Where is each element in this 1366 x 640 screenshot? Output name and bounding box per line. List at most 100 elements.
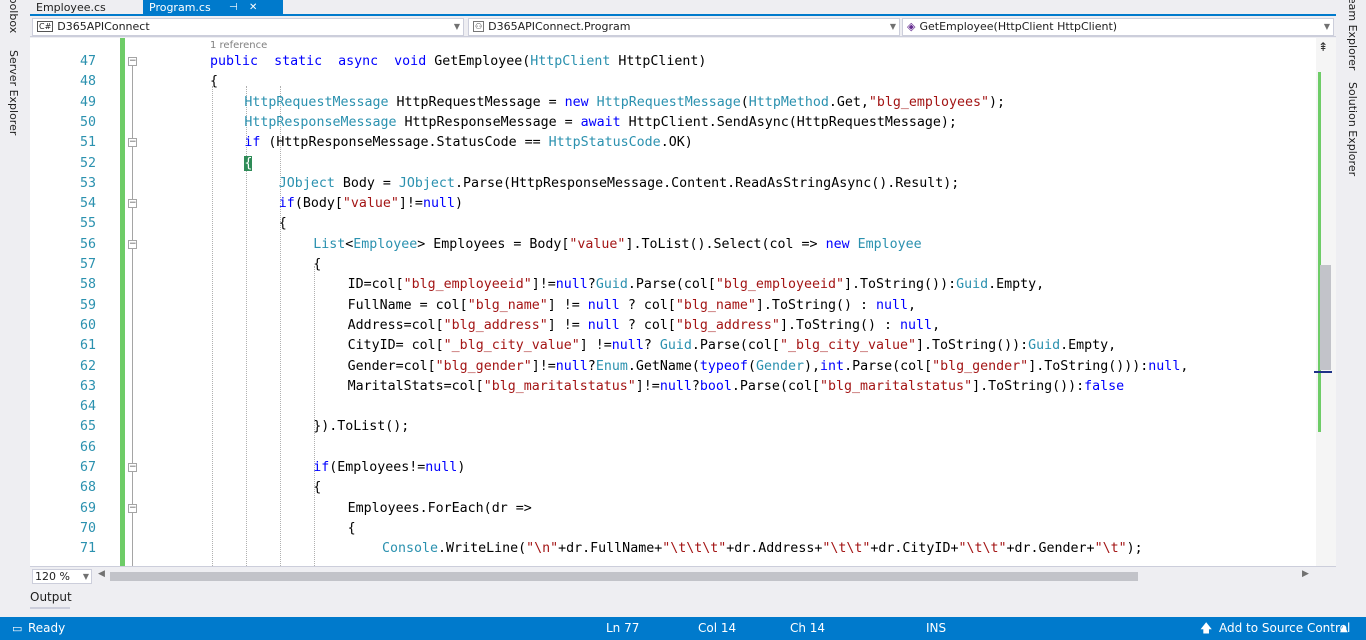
- code-text: {: [210, 72, 218, 92]
- code-line[interactable]: 67 − if(Employees!=null): [30, 458, 1316, 478]
- code-token: ]!=: [531, 358, 556, 374]
- scroll-right-icon[interactable]: ▶: [1302, 569, 1309, 579]
- code-text: Gender=col["blg_gender"]!=null?Enum.GetN…: [348, 357, 1189, 377]
- code-token: {: [278, 216, 287, 232]
- toolbox-tab[interactable]: Toolbox: [7, 0, 20, 33]
- line-number: 55: [79, 216, 96, 232]
- line-number: 54: [79, 196, 96, 212]
- code-editor[interactable]: 1 reference 47 − public static async void …: [30, 38, 1316, 566]
- code-token: null: [422, 196, 455, 212]
- vertical-scroll-thumb[interactable]: [1320, 265, 1331, 370]
- code-token: HttpClient: [530, 54, 611, 69]
- code-line[interactable]: 52 {: [30, 154, 1316, 174]
- code-line[interactable]: 50 HttpResponseMessage HttpResponseMessag…: [30, 113, 1316, 133]
- code-line[interactable]: 70 {: [30, 519, 1316, 539]
- tab-program-cs[interactable]: Program.cs ⊣ ✕: [143, 0, 283, 15]
- collapse-icon[interactable]: −: [128, 138, 137, 148]
- code-token: (: [740, 94, 749, 110]
- pin-icon[interactable]: ⊣: [229, 0, 238, 15]
- code-line[interactable]: 53 JObject Body = JObject.Parse(HttpRespo…: [30, 174, 1316, 194]
- close-icon[interactable]: ✕: [249, 0, 257, 15]
- split-icon[interactable]: ⇞: [1318, 40, 1328, 54]
- code-token: Employees.ForEach(dr =>: [347, 500, 532, 516]
- code-line[interactable]: 65}).ToList();: [30, 417, 1316, 437]
- code-text: {: [313, 255, 321, 275]
- member-dropdown[interactable]: ◈ GetEmployee(HttpClient HttpClient) ▼: [902, 18, 1334, 36]
- code-text: Employees.ForEach(dr =>: [348, 499, 532, 519]
- horizontal-scroll-thumb[interactable]: [110, 572, 1138, 581]
- code-token: {: [313, 257, 322, 272]
- code-line[interactable]: 47 − public static async void GetEmployee(…: [30, 52, 1316, 72]
- code-token: "\t\t": [958, 541, 1007, 557]
- tab-employee-cs[interactable]: Employee.cs: [30, 0, 140, 15]
- tab-label: Employee.cs: [36, 1, 106, 14]
- code-token: Enum: [595, 358, 628, 374]
- code-line[interactable]: 51 − if (HttpResponseMessage.StatusCode ==…: [30, 133, 1316, 153]
- code-token: +dr.FullName+: [558, 541, 663, 557]
- zoom-level: 120 %: [35, 570, 70, 583]
- server-explorer-tab[interactable]: Server Explorer: [7, 50, 20, 135]
- chevron-down-icon: ▼: [1323, 22, 1330, 31]
- line-number: 66: [79, 439, 96, 455]
- code-token: null: [587, 297, 620, 313]
- code-token: .OK): [660, 135, 693, 151]
- status-char[interactable]: Ch 14: [790, 617, 825, 640]
- code-line[interactable]: 48 {: [30, 72, 1316, 92]
- solution-explorer-tab[interactable]: Solution Explorer: [1346, 82, 1359, 176]
- code-token: static: [274, 54, 323, 69]
- code-line[interactable]: 55 {: [30, 214, 1316, 234]
- code-token: if: [313, 460, 330, 475]
- code-token: (Employees!=: [329, 460, 426, 475]
- csharp-project-icon: C#: [37, 21, 54, 32]
- code-line[interactable]: 60 Address=col["blg_address"] != null ? c…: [30, 316, 1316, 336]
- codelens-references[interactable]: 1 reference: [210, 40, 267, 51]
- project-dropdown[interactable]: C# D365APIConnect ▼: [32, 18, 464, 36]
- code-line[interactable]: 58 ID=col["blg_employeeid"]!=null?Guid.Pa…: [30, 275, 1316, 295]
- code-token: null: [425, 460, 458, 475]
- status-insert-mode[interactable]: INS: [926, 617, 946, 640]
- code-token: ?: [587, 358, 596, 374]
- code-line[interactable]: 66: [30, 438, 1316, 458]
- code-token: MaritalStats=col[: [347, 378, 484, 394]
- code-token: "\t": [1094, 541, 1127, 557]
- code-line[interactable]: 64: [30, 397, 1316, 417]
- add-to-source-control[interactable]: Add to Source Control: [1219, 617, 1350, 640]
- code-line[interactable]: 59 FullName = col["blg_name"] != null ? c…: [30, 296, 1316, 316]
- collapse-icon[interactable]: −: [128, 239, 137, 249]
- code-line[interactable]: 63 MaritalStats=col["blg_maritalstatus"]!…: [30, 377, 1316, 397]
- code-line[interactable]: 49 HttpRequestMessage HttpRequestMessage …: [30, 93, 1316, 113]
- right-tool-strip: Team Explorer Solution Explorer: [1336, 0, 1366, 617]
- code-line[interactable]: 61 CityID= col["_blg_city_value"] !=null?…: [30, 336, 1316, 356]
- code-token: Address=col[: [347, 317, 444, 333]
- code-token: "blg_employees": [868, 94, 989, 110]
- type-dropdown[interactable]: ⚇ D365APIConnect.Program ▼: [468, 18, 900, 36]
- chevron-up-icon[interactable]: ▲: [1340, 617, 1348, 640]
- collapse-icon[interactable]: −: [128, 199, 137, 209]
- collapse-icon[interactable]: −: [128, 463, 137, 472]
- team-explorer-tab[interactable]: Team Explorer: [1346, 0, 1359, 70]
- code-token: (: [747, 358, 756, 374]
- code-line[interactable]: 54 − if(Body["value"]!=null): [30, 194, 1316, 214]
- zoom-dropdown[interactable]: 120 % ▼: [32, 569, 92, 584]
- navigation-bar: C# D365APIConnect ▼ ⚇ D365APIConnect.Progr…: [30, 17, 1336, 37]
- code-line[interactable]: 57 {: [30, 255, 1316, 275]
- code-token: {: [210, 74, 219, 90]
- status-ready: Ready: [28, 621, 66, 635]
- code-token: (Body[: [294, 196, 343, 212]
- scroll-left-icon[interactable]: ◀: [98, 569, 105, 579]
- code-line[interactable]: 71 Console.WriteLine("\n"+dr.FullName+"\t…: [30, 539, 1316, 559]
- code-text: {: [313, 478, 321, 498]
- collapse-icon[interactable]: −: [128, 503, 137, 513]
- status-column[interactable]: Col 14: [698, 617, 736, 640]
- code-line[interactable]: 62 Gender=col["blg_gender"]!=null?Enum.Ge…: [30, 357, 1316, 377]
- code-line[interactable]: 69 − Employees.ForEach(dr =>: [30, 499, 1316, 519]
- line-number: 47: [79, 54, 96, 69]
- status-line[interactable]: Ln 77: [606, 617, 639, 640]
- output-tab[interactable]: Output: [30, 590, 72, 604]
- code-line[interactable]: 68 {: [30, 478, 1316, 498]
- code-token: .WriteLine(: [438, 541, 527, 557]
- collapse-icon[interactable]: −: [128, 57, 137, 66]
- code-token: Console: [382, 541, 439, 557]
- code-line[interactable]: 56 − List<Employee> Employees = Body["valu…: [30, 235, 1316, 255]
